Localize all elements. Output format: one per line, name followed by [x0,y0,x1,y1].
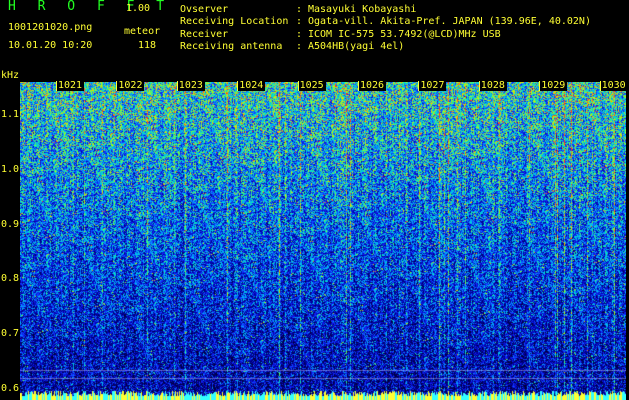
y-tick-label: 0.7 [1,328,20,340]
minute-tick-label: 1029 [539,80,568,91]
minute-tick-label: 1028 [478,80,507,91]
info-label: Receiving antenna [180,41,283,53]
minute-tick-label: 1023 [176,80,205,91]
minute-tick-label: 1030 [599,80,628,91]
minute-tick-label: 1024 [237,80,266,91]
spectrogram-canvas [20,82,626,400]
filename-label: 1001201020.png [8,22,93,33]
info-separator: : [296,4,303,15]
timestamp-label: 10.01.20 10:20 [8,40,93,51]
minute-tick-label: 1027 [418,80,447,91]
info-row-observer: Ovserver : Masayuki Kobayashi [180,4,591,16]
y-tick-label: 1.1 [1,108,20,120]
info-row-receiver: Receiver : ICOM IC-575 53.7492(@LCD)MHz … [180,29,591,41]
info-label: Receiver [180,28,229,40]
version-label: 1.00 [126,3,151,14]
info-value: ICOM IC-575 53.7492(@LCD)MHz USB [308,28,501,40]
station-info: Ovserver : Masayuki Kobayashi Receiving … [180,4,591,54]
minute-tick-label: 1022 [116,80,145,91]
minute-tick-label: 1026 [358,80,387,91]
info-separator: : [296,28,303,40]
info-separator: : [296,16,303,28]
y-tick-label: 0.9 [1,218,20,230]
minute-tick-label: 1025 [297,80,326,91]
y-tick-label: 0.6 [1,383,20,395]
info-value: Masayuki Kobayashi [308,4,417,15]
frequency-unit-label: kHz [1,70,20,81]
info-separator: : [296,41,303,53]
count-label: 118 [138,40,157,51]
info-value: A504HB(yagi 4el) [308,41,405,53]
minute-tick-label: 1021 [56,80,85,91]
info-value: Ogata-vill. Akita-Pref. JAPAN (139.96E, … [308,16,591,28]
info-label: Receiving Location [180,16,289,28]
info-row-antenna: Receiving antenna : A504HB(yagi 4el) [180,41,591,53]
info-row-location: Receiving Location : Ogata-vill. Akita-P… [180,16,591,28]
mode-label: meteor [124,26,161,37]
y-tick-label: 0.8 [1,273,20,285]
info-label: Ovserver [180,4,229,15]
y-tick-label: 1.0 [1,163,20,175]
